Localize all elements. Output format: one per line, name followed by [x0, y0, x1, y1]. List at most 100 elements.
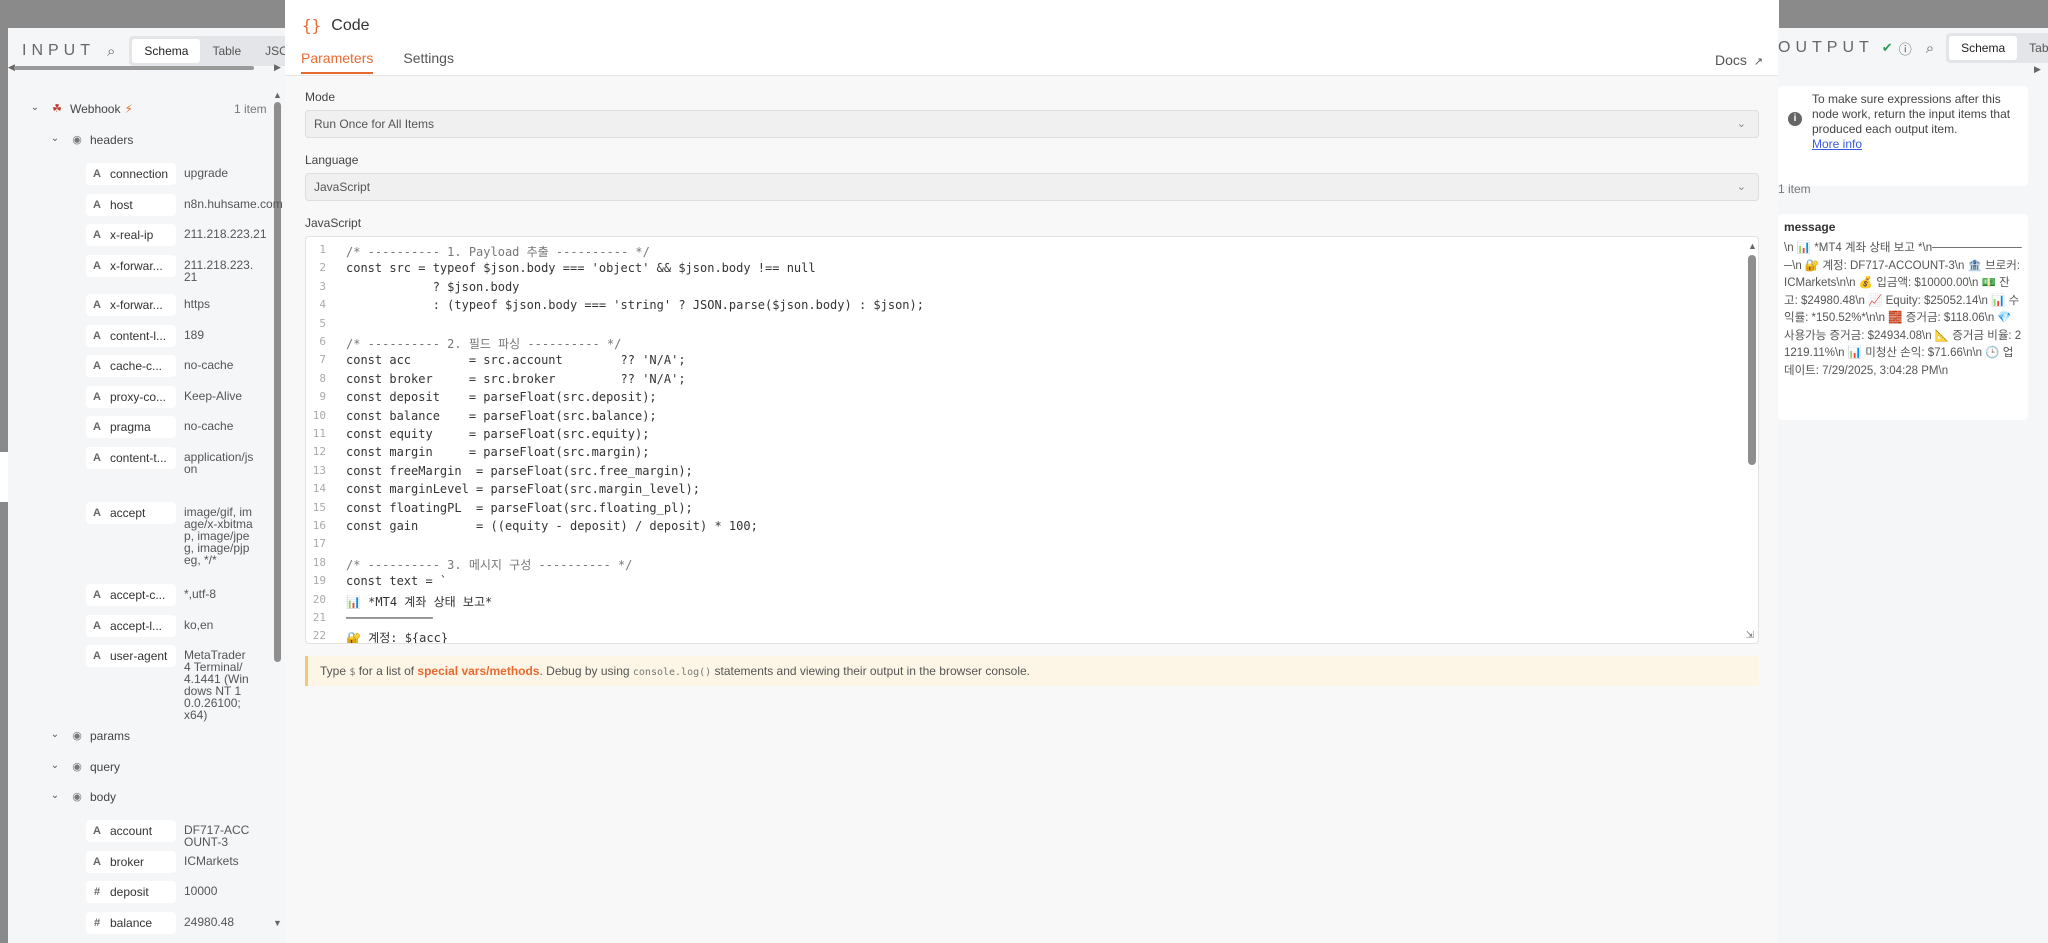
scroll-up-icon[interactable]: ▲ — [273, 90, 282, 100]
chevron-down-icon[interactable]: ⌄ — [48, 133, 62, 144]
field-chip[interactable]: Ahost — [86, 194, 176, 216]
chevron-down-icon[interactable]: ⌄ — [28, 102, 42, 113]
tab-schema[interactable]: Schema — [132, 39, 201, 63]
code-line[interactable]: 13 const freeMargin = parseFloat(src.free… — [306, 464, 1726, 482]
field-chip[interactable]: Abroker — [86, 851, 176, 873]
field-chip[interactable]: Auser-agent — [86, 645, 176, 667]
field-chip[interactable]: Aaccount — [86, 820, 176, 842]
code-line[interactable]: 11 const equity = parseFloat(src.equity); — [306, 427, 1726, 445]
code-line[interactable]: 21 ──────────── — [306, 611, 1726, 629]
chevron-down-icon[interactable]: ⌄ — [48, 760, 62, 771]
special-vars-link[interactable]: special vars/methods — [417, 664, 539, 678]
tree-field[interactable]: Ax-forwar... https — [86, 294, 288, 316]
code-line[interactable]: 10 const balance = parseFloat(src.balance… — [306, 409, 1726, 427]
group-label: headers — [90, 133, 134, 147]
tree-field[interactable]: Aaccount DF717-ACCOUNT-3 — [86, 820, 288, 848]
chevron-down-icon[interactable]: ⌄ — [48, 729, 62, 740]
tab-json[interactable]: JSON — [253, 39, 288, 63]
tab-parameters[interactable]: Parameters — [301, 50, 374, 74]
field-chip[interactable]: Acache-c... — [86, 355, 176, 377]
code-line[interactable]: 7 const acc = src.account ?? 'N/A'; — [306, 353, 1726, 371]
horizontal-scrollbar[interactable]: ◀ ▶ — [8, 62, 281, 73]
tree-field[interactable]: Aaccept-l... ko,en — [86, 615, 288, 637]
tree-field[interactable]: Apragma no-cache — [86, 416, 288, 438]
tree-field[interactable]: Acache-c... no-cache — [86, 355, 288, 377]
tree-group-headers[interactable]: ⌄ ◉ headers — [48, 133, 288, 147]
tree-group-params[interactable]: ⌄ ◉ params — [48, 729, 288, 743]
code-line[interactable]: 16 const gain = ((equity - deposit) / dep… — [306, 519, 1726, 537]
field-chip[interactable]: # balance — [86, 912, 176, 934]
scrollbar-thumb[interactable] — [1748, 255, 1756, 465]
code-editor[interactable]: 1 /* ---------- 1. Payload 추출 ---------- … — [305, 236, 1759, 644]
code-line[interactable]: 1 /* ---------- 1. Payload 추출 ---------- … — [306, 243, 1726, 261]
code-line[interactable]: 19 const text = ` — [306, 574, 1726, 592]
scrollbar-thumb[interactable] — [274, 102, 281, 662]
line-number: 9 — [319, 390, 326, 404]
code-line[interactable]: 22 🔐 계정: ${acc} — [306, 629, 1726, 643]
field-chip[interactable]: Apragma — [86, 416, 176, 438]
code-line[interactable]: 9 const deposit = parseFloat(src.deposit)… — [306, 390, 1726, 408]
mode-select[interactable]: Run Once for All Items ⌄ — [305, 110, 1759, 138]
chevron-down-icon[interactable]: ⌄ — [48, 790, 62, 801]
search-icon[interactable]: ⌕ — [1926, 40, 1934, 57]
field-chip[interactable]: Acontent-t... — [86, 447, 176, 469]
tree-field[interactable]: Acontent-t... application/json — [86, 447, 288, 475]
docs-link[interactable]: Docs ↗ — [1715, 52, 1763, 68]
tree-field[interactable]: Ax-real-ip 211.218.223.21 — [86, 224, 288, 246]
code-line[interactable]: 20 📊 *MT4 계좌 상태 보고* — [306, 593, 1726, 611]
field-chip[interactable]: Aconnection — [86, 163, 176, 185]
tree-field[interactable]: Ahost n8n.huhsame.com — [86, 194, 288, 216]
tab-schema[interactable]: Schema — [1949, 36, 2018, 60]
field-chip[interactable]: # deposit — [86, 881, 176, 903]
info-icon[interactable]: ⓘ — [1899, 39, 1912, 58]
bolt-icon: ⚡ — [124, 102, 133, 116]
code-line[interactable]: 2 const src = typeof $json.body === 'obje… — [306, 261, 1726, 279]
language-select[interactable]: JavaScript ⌄ — [305, 173, 1759, 201]
field-chip[interactable]: Aaccept — [86, 502, 176, 524]
code-line[interactable]: 5 — [306, 317, 1726, 335]
tree-field[interactable]: Aconnection upgrade — [86, 163, 288, 185]
tab-table[interactable]: Table — [2017, 36, 2048, 60]
search-icon[interactable]: ⌕ — [107, 43, 115, 60]
tree-field[interactable]: Auser-agent MetaTrader 4 Terminal/4.1441… — [86, 645, 288, 721]
resize-icon[interactable]: ⇲ — [1746, 630, 1754, 641]
tree-group-body[interactable]: ⌄ ◉ body — [48, 790, 288, 804]
field-chip[interactable]: Aproxy-co... — [86, 386, 176, 408]
field-chip[interactable]: Aaccept-c... — [86, 584, 176, 606]
scroll-right-icon[interactable]: ▶ — [2034, 64, 2041, 75]
editor-scrollbar[interactable]: ▲ — [1746, 241, 1757, 641]
code-text: const broker = src.broker ?? 'N/A'; — [346, 371, 686, 386]
tree-field[interactable]: Aproxy-co... Keep-Alive — [86, 386, 288, 408]
tab-table[interactable]: Table — [200, 39, 253, 63]
tree-field[interactable]: Ax-forwar... 211.218.223.21 — [86, 255, 288, 283]
output-key[interactable]: message — [1784, 220, 2022, 234]
tree-field[interactable]: Aaccept-c... *,utf-8 — [86, 584, 288, 606]
field-chip[interactable]: Ax-real-ip — [86, 224, 176, 246]
more-info-link[interactable]: More info — [1812, 137, 1862, 151]
output-header: OUTPUT ✔ ⓘ ⌕ Schema Table — [1778, 28, 2048, 68]
code-line[interactable]: 8 const broker = src.broker ?? 'N/A'; — [306, 372, 1726, 390]
tree-field[interactable]: # balance 24980.48 — [86, 912, 288, 934]
scroll-up-icon[interactable]: ▲ — [1748, 241, 1757, 251]
scrollbar-thumb[interactable] — [14, 66, 254, 70]
code-line[interactable]: 17 — [306, 537, 1726, 555]
tree-group-query[interactable]: ⌄ ◉ query — [48, 760, 288, 774]
code-line[interactable]: 18 /* ---------- 3. 메시지 구성 ---------- */ — [306, 556, 1726, 574]
tree-field[interactable]: Abroker ICMarkets — [86, 851, 288, 873]
tree-root[interactable]: ⌄ ☘ Webhook ⚡ 1 item — [28, 102, 288, 116]
code-line[interactable]: 15 const floatingPL = parseFloat(src.floa… — [306, 501, 1726, 519]
code-line[interactable]: 14 const marginLevel = parseFloat(src.mar… — [306, 482, 1726, 500]
tab-settings[interactable]: Settings — [403, 50, 454, 74]
field-chip[interactable]: Ax-forwar... — [86, 294, 176, 316]
code-line[interactable]: 12 const margin = parseFloat(src.margin); — [306, 445, 1726, 463]
tree-field[interactable]: Aaccept image/gif, image/x-xbitmap, imag… — [86, 502, 288, 566]
field-chip[interactable]: Aaccept-l... — [86, 615, 176, 637]
field-chip[interactable]: Ax-forwar... — [86, 255, 176, 277]
code-line[interactable]: 6 /* ---------- 2. 필드 파싱 ---------- */ — [306, 335, 1726, 353]
code-line[interactable]: 4 : (typeof $json.body === 'string' ? JS… — [306, 298, 1726, 316]
scroll-right-icon[interactable]: ▶ — [274, 62, 281, 73]
code-line[interactable]: 3 ? $json.body — [306, 280, 1726, 298]
tree-field[interactable]: # deposit 10000 — [86, 881, 288, 903]
tree-field[interactable]: Acontent-l... 189 — [86, 325, 288, 347]
field-chip[interactable]: Acontent-l... — [86, 325, 176, 347]
